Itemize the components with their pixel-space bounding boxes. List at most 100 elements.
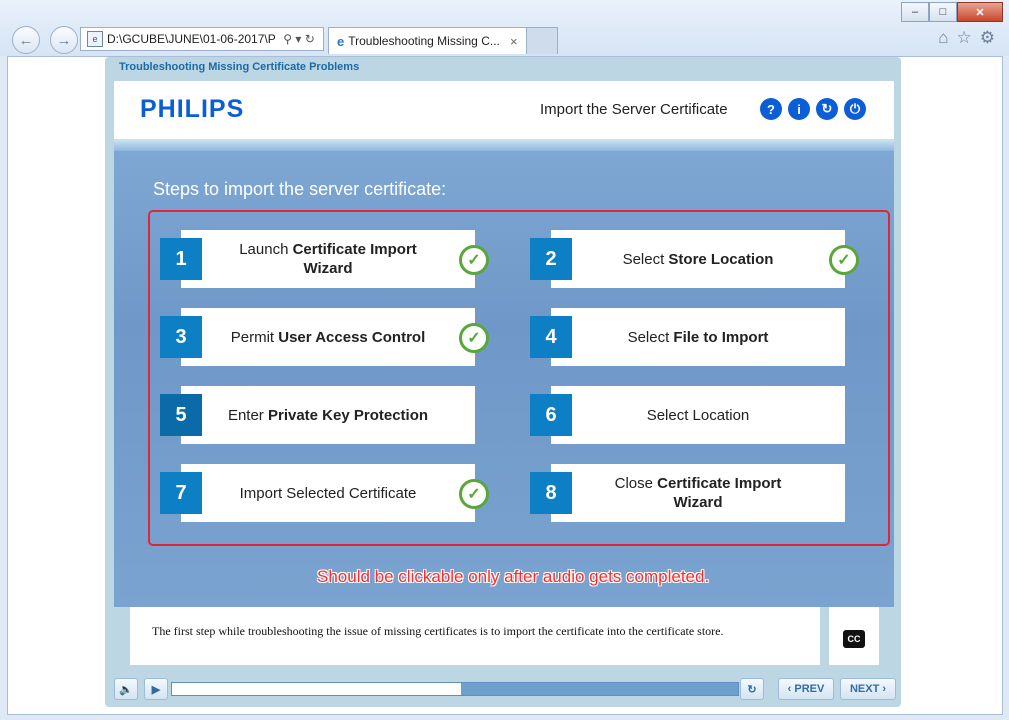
review-note: Should be clickable only after audio get…: [317, 567, 710, 586]
reload-icon: ↻: [747, 683, 757, 696]
step-card: Launch Certificate Import Wizard ✓: [181, 230, 489, 288]
help-button[interactable]: ?: [760, 98, 782, 120]
back-arrow-icon: ←: [18, 31, 34, 49]
step-label-bold: Certificate Import Wizard: [292, 241, 417, 277]
step-number: 5: [160, 394, 202, 436]
seek-bar[interactable]: [171, 682, 739, 696]
help-icon: ?: [767, 101, 775, 117]
step-label-text: Permit: [230, 328, 279, 346]
step-card: Enter Private Key Protection: [181, 386, 475, 444]
completed-check-icon: ✓: [829, 245, 859, 275]
step-number: 4: [530, 316, 572, 358]
caption-text: The first step while troubleshooting the…: [152, 624, 724, 638]
step-number: 3: [160, 316, 202, 358]
content-stage: Steps to import the server certificate: …: [114, 139, 894, 607]
close-window-button[interactable]: ✕: [957, 2, 1003, 22]
player-controls: 🔈 ▶ ↻ ‹ PREV NEXT ›: [114, 674, 896, 702]
dropdown-icon[interactable]: ▾: [295, 32, 301, 46]
step-label: Select Store Location: [583, 250, 814, 269]
home-icon[interactable]: ⌂: [938, 28, 948, 48]
step-label-text: Import Selected Certificate: [239, 484, 417, 502]
search-icon[interactable]: ⚲: [283, 32, 292, 46]
step-label: Launch Certificate Import Wizard: [181, 240, 475, 278]
step-4-button[interactable]: Select File to Import 4: [530, 308, 845, 366]
exit-button[interactable]: ⏻: [844, 98, 866, 120]
step-label-text: Select: [627, 328, 674, 346]
new-tab-button[interactable]: [526, 27, 558, 54]
address-bar[interactable]: e D:\GCUBE\JUNE\01-06-2017\PH ⚲ ▾ ↻: [80, 27, 324, 51]
power-icon: ⏻: [849, 101, 861, 116]
step-number: 7: [160, 472, 202, 514]
step-7-button[interactable]: Import Selected Certificate ✓ 7: [160, 464, 489, 522]
step-number: 8: [530, 472, 572, 514]
info-button[interactable]: i: [788, 98, 810, 120]
forward-button[interactable]: →: [50, 26, 78, 54]
browser-chrome: – □ ✕ ← → e D:\GCUBE\JUNE\01-06-2017\PH …: [0, 0, 1009, 56]
forward-arrow-icon: →: [56, 31, 72, 49]
step-label-bold: File to Import: [673, 328, 769, 346]
step-6-button[interactable]: Select Location 6: [530, 386, 845, 444]
step-2-button[interactable]: Select Store Location ✓ 2: [530, 230, 859, 288]
step-number: 6: [530, 394, 572, 436]
next-button[interactable]: NEXT ›: [840, 678, 896, 700]
step-number: 1: [160, 238, 202, 280]
window-controls: – □ ✕: [901, 2, 1003, 22]
tab-title: Troubleshooting Missing C...: [348, 34, 500, 48]
step-label-bold: User Access Control: [278, 328, 426, 346]
reload-slide-button[interactable]: ↻: [740, 678, 764, 700]
info-icon: i: [797, 101, 801, 117]
step-label-bold: Certificate Import Wizard: [657, 475, 782, 511]
philips-logo: PHILIPS: [140, 95, 245, 123]
step-card: Close Certificate Import Wizard: [551, 464, 845, 522]
maximize-button[interactable]: □: [929, 2, 957, 22]
seek-progress: [172, 683, 461, 695]
speaker-icon: 🔈: [119, 683, 133, 696]
step-label: Import Selected Certificate: [200, 484, 457, 503]
step-card: Import Selected Certificate ✓: [181, 464, 489, 522]
step-label-text: Select Location: [646, 406, 750, 424]
address-controls[interactable]: ⚲ ▾ ↻: [275, 32, 323, 46]
step-8-button[interactable]: Close Certificate Import Wizard 8: [530, 464, 845, 522]
step-label-text: Enter: [227, 406, 268, 424]
favorites-star-icon[interactable]: ☆: [957, 28, 972, 48]
step-label-bold: Private Key Protection: [267, 406, 429, 424]
step-label-text: Select: [622, 250, 669, 268]
course-title: Troubleshooting Missing Certificate Prob…: [119, 61, 360, 73]
step-5-button[interactable]: Enter Private Key Protection 5: [160, 386, 475, 444]
closed-caption-button[interactable]: CC: [843, 630, 865, 648]
minimize-button[interactable]: –: [901, 2, 929, 22]
tab-close-icon[interactable]: ×: [510, 34, 526, 49]
play-icon: ▶: [151, 683, 161, 696]
screen-title: Import the Server Certificate: [540, 101, 728, 118]
cc-panel: CC: [829, 607, 879, 665]
refresh-icon[interactable]: ↻: [305, 32, 315, 46]
step-label: Select File to Import: [588, 328, 809, 347]
back-button[interactable]: ←: [12, 26, 40, 54]
step-label: Enter Private Key Protection: [188, 406, 468, 425]
play-button[interactable]: ▶: [144, 678, 168, 700]
step-label: Close Certificate Import Wizard: [551, 474, 845, 512]
step-card: Select File to Import: [551, 308, 845, 366]
mute-button[interactable]: 🔈: [114, 678, 138, 700]
completed-check-icon: ✓: [459, 479, 489, 509]
step-label: Permit User Access Control: [191, 328, 466, 347]
browser-tab[interactable]: e Troubleshooting Missing C... ×: [328, 27, 527, 54]
steps-heading: Steps to import the server certificate:: [153, 179, 447, 199]
replay-button[interactable]: ↻: [816, 98, 838, 120]
step-label: Select Location: [607, 406, 790, 425]
step-card: Permit User Access Control ✓: [181, 308, 489, 366]
prev-button[interactable]: ‹ PREV: [778, 678, 834, 700]
replay-icon: ↻: [821, 101, 833, 116]
page-icon: e: [87, 31, 103, 47]
settings-gear-icon[interactable]: ⚙: [980, 28, 995, 48]
step-3-button[interactable]: Permit User Access Control ✓ 3: [160, 308, 489, 366]
completed-check-icon: ✓: [459, 245, 489, 275]
step-card: Select Location: [551, 386, 845, 444]
caption-panel: The first step while troubleshooting the…: [130, 607, 820, 665]
step-number: 2: [530, 238, 572, 280]
step-label-text: Launch: [239, 241, 293, 258]
browser-tools: ⌂ ☆ ⚙: [938, 28, 995, 48]
step-card: Select Store Location ✓: [551, 230, 859, 288]
ie-icon: e: [337, 33, 345, 49]
step-1-button[interactable]: Launch Certificate Import Wizard ✓ 1: [160, 230, 489, 288]
